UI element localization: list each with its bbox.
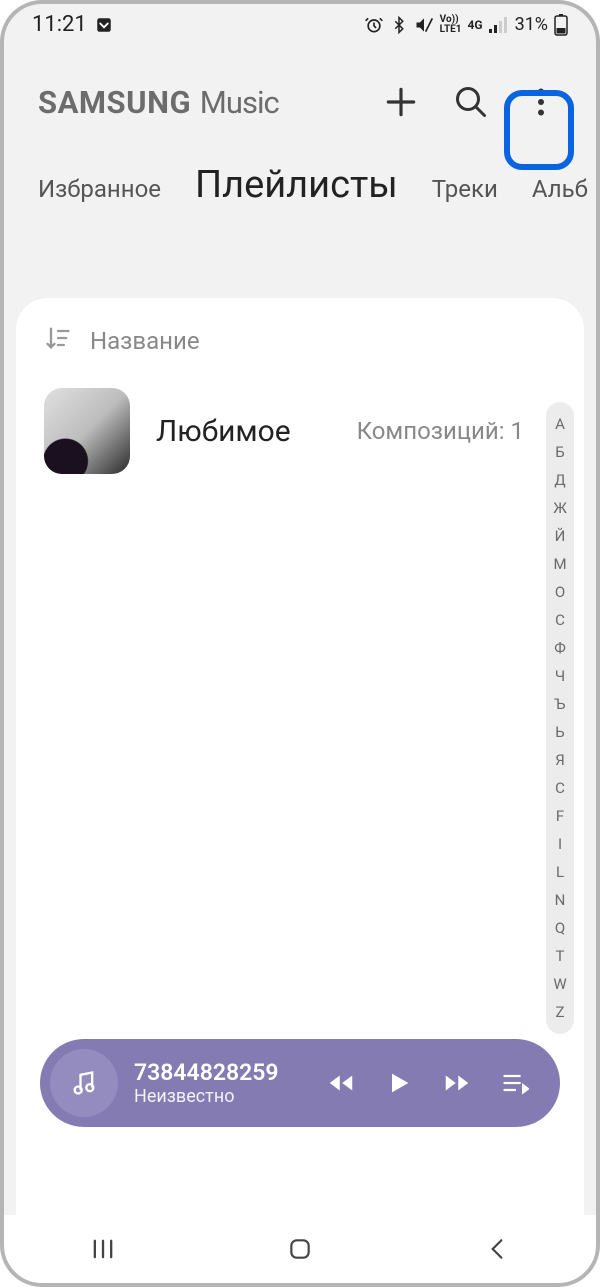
playlist-title: Любимое: [156, 414, 331, 449]
index-letter[interactable]: Ь: [555, 720, 564, 744]
index-scrollbar[interactable]: АБДЖЙМОСФЧЪЬЯCFILNQTWZ: [546, 402, 574, 1034]
tab-tracks[interactable]: Треки: [432, 175, 498, 203]
bluetooth-icon: [390, 15, 408, 35]
app-title: SAMSUNG Music: [38, 84, 279, 121]
home-button[interactable]: [270, 1236, 330, 1262]
index-letter[interactable]: I: [558, 832, 562, 856]
index-letter[interactable]: Ж: [553, 496, 567, 520]
playlist-item[interactable]: Любимое Композиций: 1: [16, 378, 584, 484]
mute-icon: [414, 15, 434, 35]
back-button[interactable]: [467, 1236, 527, 1262]
chevron-down-icon: [95, 16, 113, 34]
tab-bar: Избранное Плейлисты Треки Альб: [4, 133, 596, 235]
play-button[interactable]: [378, 1069, 420, 1097]
recents-button[interactable]: [73, 1235, 133, 1263]
queue-button[interactable]: [494, 1069, 536, 1097]
index-letter[interactable]: Я: [555, 748, 565, 772]
index-letter[interactable]: Й: [555, 524, 566, 548]
search-button[interactable]: [450, 81, 492, 123]
status-right: Vo))LTE1 4G 31%: [364, 14, 568, 36]
mini-player[interactable]: 73844828259 Неизвестно: [40, 1039, 560, 1127]
battery-text: 31%: [515, 14, 548, 35]
system-nav-bar: [4, 1215, 596, 1283]
device-frame: 11:21 Vo))LTE1 4G 31%: [0, 0, 600, 1287]
index-letter[interactable]: C: [555, 776, 565, 800]
index-letter[interactable]: T: [556, 944, 565, 968]
add-button[interactable]: [380, 81, 422, 123]
index-letter[interactable]: Ч: [555, 664, 565, 688]
index-letter[interactable]: Б: [555, 440, 564, 464]
mini-player-art: [50, 1049, 118, 1117]
index-letter[interactable]: Q: [555, 916, 565, 940]
status-left: 11:21: [32, 12, 113, 37]
app-header: SAMSUNG Music: [4, 37, 596, 133]
more-button[interactable]: [520, 81, 562, 123]
playlist-artwork: [44, 388, 130, 474]
volte-icon: Vo))LTE1: [440, 15, 462, 35]
alarm-icon: [364, 15, 384, 35]
index-letter[interactable]: W: [553, 972, 566, 996]
index-letter[interactable]: Ф: [554, 636, 566, 660]
sort-icon: [44, 324, 72, 358]
app-title-name: Music: [200, 84, 279, 121]
network-icon: 4G: [468, 18, 483, 32]
playlist-meta: Композиций: 1: [357, 417, 524, 445]
index-letter[interactable]: Z: [556, 1000, 565, 1024]
index-letter[interactable]: О: [555, 580, 565, 604]
status-time: 11:21: [32, 12, 87, 37]
signal-icon: [489, 17, 509, 33]
tab-favorites[interactable]: Избранное: [38, 175, 161, 203]
battery-icon: [554, 14, 568, 36]
index-letter[interactable]: L: [556, 860, 564, 884]
content-card: Название Любимое Композиций: 1 АБДЖЙМОСФ…: [16, 298, 584, 1217]
index-letter[interactable]: Д: [554, 468, 565, 492]
tab-playlists[interactable]: Плейлисты: [195, 163, 398, 207]
tab-albums[interactable]: Альб: [532, 175, 588, 203]
sort-label: Название: [90, 327, 200, 355]
app-title-brand: SAMSUNG: [38, 84, 191, 121]
prev-button[interactable]: [320, 1068, 362, 1098]
index-letter[interactable]: Ъ: [554, 692, 565, 716]
index-letter[interactable]: С: [555, 608, 565, 632]
next-button[interactable]: [436, 1068, 478, 1098]
index-letter[interactable]: N: [555, 888, 566, 912]
header-actions: [380, 81, 562, 123]
status-bar: 11:21 Vo))LTE1 4G 31%: [4, 4, 596, 37]
index-letter[interactable]: М: [553, 552, 566, 576]
mini-player-info: 73844828259 Неизвестно: [134, 1059, 304, 1107]
mini-player-artist: Неизвестно: [134, 1086, 304, 1107]
sort-button[interactable]: Название: [16, 324, 584, 378]
index-letter[interactable]: F: [556, 804, 564, 828]
mini-player-title: 73844828259: [134, 1059, 304, 1086]
index-letter[interactable]: А: [555, 412, 565, 436]
